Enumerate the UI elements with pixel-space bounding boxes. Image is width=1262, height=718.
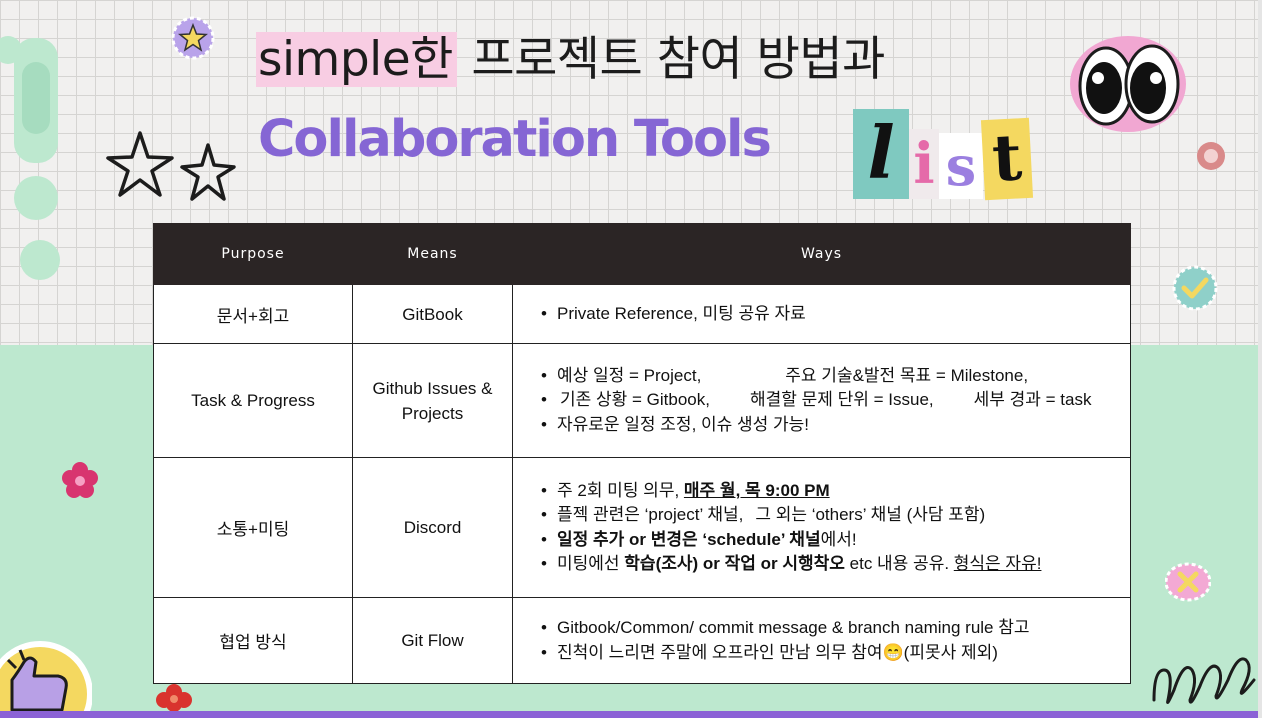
means-line: Projects — [401, 403, 464, 423]
slide: simple한 프로젝트 참여 방법과 Collaboration Tools … — [0, 0, 1262, 718]
purpose-cell: Task & Progress — [153, 343, 353, 458]
table-row: 문서+회고 GitBook Private Reference, 미팅 공유 자… — [153, 284, 1131, 344]
ways-text: 진척이 느리면 주말에 오프라인 만남 의무 참여 — [557, 642, 883, 662]
red-flower-icon — [156, 684, 192, 712]
list-word: l i s t — [853, 107, 1034, 201]
check-sticker-icon — [1172, 265, 1218, 311]
ways-text: 미팅에선 — [557, 554, 625, 573]
ways-text: (피못사 제외) — [903, 642, 998, 662]
header-purpose: Purpose — [153, 223, 353, 285]
doodle-star-icon — [106, 131, 236, 201]
header-means: Means — [352, 223, 513, 285]
title-highlight: simple한 — [256, 32, 457, 87]
thumbs-up-icon — [0, 641, 92, 712]
means-cell: Discord — [352, 457, 513, 598]
ways-text: 주요 기술&발전 목표 = Milestone, — [785, 365, 1029, 385]
bottom-accent-strip — [0, 711, 1262, 718]
means-cell: Github Issues & Projects — [352, 343, 513, 458]
ways-item: 일정 추가 or 변경은 ‘schedule’ 채널에서! — [535, 528, 1129, 553]
ways-text-bold: 일정 추가 or 변경은 ‘schedule’ 채널 — [557, 529, 821, 549]
ways-text: 에서! — [820, 529, 857, 549]
ways-item: 자유로운 일정 조정, 이슈 생성 가능! — [535, 413, 1129, 438]
list-letter-l: l — [853, 109, 909, 199]
ways-item: Private Reference, 미팅 공유 자료 — [535, 302, 1129, 327]
table-row: 소통+미팅 Discord 주 2회 미팅 의무, 매주 월, 목 9:00 P… — [153, 457, 1131, 598]
header-ways: Ways — [512, 223, 1131, 285]
ways-text: 기존 상황 = Gitbook, — [560, 390, 710, 410]
star-sticker-icon — [171, 16, 215, 60]
list-letter-s: s — [939, 133, 983, 199]
page-title-collaboration-tools: Collaboration Tools — [258, 110, 772, 169]
title-rest: 프로젝트 참여 방법과 — [456, 32, 885, 87]
ways-text: 세부 경과 = task — [973, 390, 1092, 410]
right-edge-line — [1258, 0, 1262, 718]
ways-text: 예상 일정 = Project, — [557, 365, 702, 385]
table-header-row: Purpose Means Ways — [153, 223, 1131, 285]
ways-cell: Gitbook/Common/ commit message & branch … — [512, 597, 1131, 684]
ways-cell: 주 2회 미팅 의무, 매주 월, 목 9:00 PM 플젝 관련은 ‘proj… — [512, 457, 1131, 598]
ways-text-underline: 형식은 자유! — [953, 554, 1042, 573]
grin-emoji-icon: 😁 — [882, 642, 904, 662]
ways-text: 주 2회 미팅 의무, — [557, 480, 684, 500]
ways-text-bold: 학습(조사) or 작업 or 시행착오 — [624, 554, 845, 573]
meeting-schedule: 매주 월, 목 9:00 PM — [683, 480, 830, 500]
ways-cell: Private Reference, 미팅 공유 자료 — [512, 284, 1131, 344]
mint-tab-decoration-icon — [0, 36, 60, 280]
ways-text: 그 외는 ‘others’ 채널 (사담 포함) — [755, 505, 986, 524]
ways-text: etc 내용 공유. — [844, 554, 954, 573]
means-cell: Git Flow — [352, 597, 513, 684]
list-letter-t: t — [980, 117, 1034, 201]
ways-item: 예상 일정 = Project, 주요 기술&발전 목표 = Milestone, — [535, 364, 1129, 389]
ways-item: 플젝 관련은 ‘project’ 채널, 그 외는 ‘others’ 채널 (사담… — [535, 503, 1129, 528]
ways-cell: 예상 일정 = Project, 주요 기술&발전 목표 = Milestone,… — [512, 343, 1131, 458]
purpose-cell: 소통+미팅 — [153, 457, 353, 598]
list-letter-i: i — [909, 129, 939, 199]
table-row: Task & Progress Github Issues & Projects… — [153, 343, 1131, 458]
page-title-korean: simple한 프로젝트 참여 방법과 — [256, 20, 885, 89]
purpose-cell: 협업 방식 — [153, 597, 353, 684]
purpose-cell: 문서+회고 — [153, 284, 353, 344]
ways-item: 미팅에선 학습(조사) or 작업 or 시행착오 etc 내용 공유. 형식은… — [535, 552, 1129, 577]
sequin-icon — [1197, 142, 1225, 170]
means-cell: GitBook — [352, 284, 513, 344]
ways-item: 진척이 느리면 주말에 오프라인 만남 의무 참여😁(피못사 제외) — [535, 641, 1129, 666]
ways-item: Gitbook/Common/ commit message & branch … — [535, 616, 1129, 641]
flower-gem-icon — [62, 462, 98, 498]
googly-eyes-icon — [1070, 36, 1186, 132]
x-sticker-icon — [1165, 562, 1211, 602]
squiggle-doodle-icon — [1152, 657, 1256, 704]
table-row: 협업 방식 Git Flow Gitbook/Common/ commit me… — [153, 597, 1131, 684]
ways-item: 주 2회 미팅 의무, 매주 월, 목 9:00 PM — [535, 479, 1129, 504]
ways-text: 해결할 문제 단위 = Issue, — [749, 390, 934, 410]
ways-item-continued: 기존 상황 = Gitbook, 해결할 문제 단위 = Issue, 세부 경과 … — [535, 388, 1129, 413]
ways-text: 플젝 관련은 ‘project’ 채널, — [557, 505, 744, 524]
collaboration-tools-table: Purpose Means Ways 문서+회고 GitBook Private… — [153, 223, 1131, 684]
means-line: Github Issues & — [372, 378, 493, 398]
